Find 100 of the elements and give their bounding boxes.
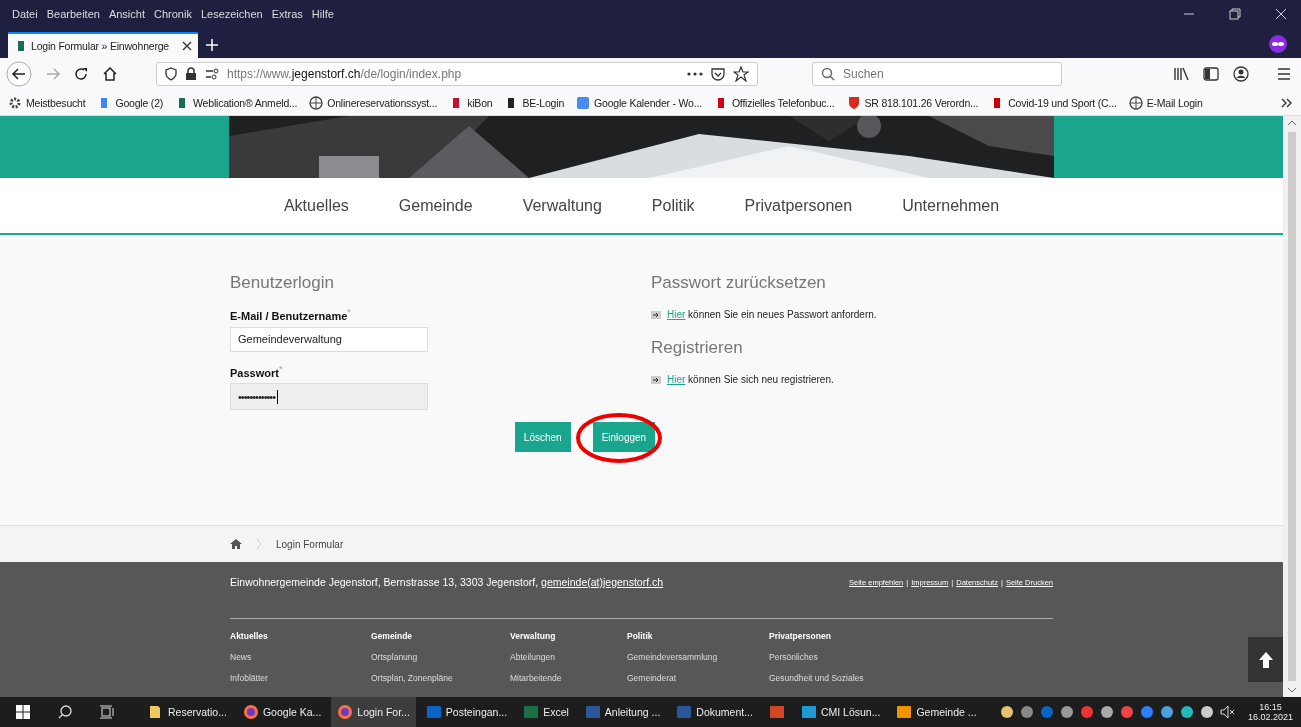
username-field[interactable]: Gemeindeverwaltung — [230, 326, 428, 352]
bookmark-item[interactable]: kiBon — [449, 95, 493, 110]
close-tab-icon[interactable] — [182, 41, 192, 51]
footer-heading: Aktuelles — [230, 631, 269, 641]
menu-item[interactable]: Bearbeiten — [46, 8, 100, 20]
footer-link[interactable]: Gemeinderat — [627, 673, 769, 683]
chevron-icon — [256, 538, 262, 550]
windows-start-icon[interactable] — [16, 705, 30, 719]
tray-icon[interactable] — [1159, 705, 1174, 719]
bookmark-item[interactable]: SR 818.101.26 Verordn... — [846, 95, 979, 110]
footer-link[interactable]: Infoblätter — [230, 673, 371, 683]
bookmark-item[interactable]: Google Kalender - Wo... — [576, 95, 702, 110]
more-icon[interactable] — [687, 72, 703, 76]
home-icon[interactable] — [102, 67, 118, 81]
star-icon[interactable] — [733, 66, 749, 82]
tray-icon[interactable] — [1099, 705, 1114, 719]
scroll-up-icon[interactable] — [1287, 120, 1297, 126]
menu-item[interactable]: Ansicht — [108, 8, 145, 20]
taskbar-app[interactable]: Reservatio... — [142, 697, 233, 727]
tray-icon[interactable] — [1199, 705, 1214, 719]
breadcrumb-item[interactable]: Login Formular — [276, 538, 344, 550]
password-field[interactable]: ••••••••••••• — [230, 383, 428, 411]
bookmark-item[interactable]: Onlinereservationssyst... — [309, 95, 438, 110]
bookmark-item[interactable]: Meistbesucht — [8, 95, 86, 110]
close-icon[interactable] — [1275, 8, 1287, 20]
taskbar-app[interactable]: Posteingan... — [419, 697, 514, 727]
back-icon[interactable] — [6, 61, 32, 87]
tray-icon[interactable] — [1019, 705, 1034, 719]
account-icon[interactable] — [1233, 66, 1249, 82]
app-icon — [584, 704, 601, 720]
footer-heading: Politik — [627, 631, 654, 641]
field-label: E-Mail / Benutzername$^{*}$ — [230, 307, 352, 322]
double-chevron-icon[interactable] — [1281, 97, 1293, 108]
arrow-icon — [651, 375, 661, 384]
menu-item[interactable]: Chronik — [154, 8, 192, 20]
home-icon[interactable] — [230, 539, 242, 549]
tray-icon[interactable] — [1179, 705, 1194, 719]
search-field[interactable]: Suchen — [812, 62, 1062, 86]
sidebar-icon[interactable] — [1203, 67, 1219, 81]
taskbar-app[interactable]: Excel — [517, 697, 575, 727]
bookmark-item[interactable]: E-Mail Login — [1128, 95, 1203, 110]
app-icon — [523, 704, 540, 720]
taskbar-app[interactable]: Google Ka... — [236, 697, 328, 727]
nav-link[interactable]: Aktuelles — [283, 196, 349, 215]
nav-link[interactable]: Privatpersonen — [744, 196, 853, 215]
library-icon[interactable] — [1173, 67, 1189, 81]
speaker-muted-icon[interactable] — [1219, 705, 1236, 719]
footer-link[interactable]: News — [230, 652, 371, 662]
task-view-icon[interactable] — [100, 705, 114, 719]
menu-icon[interactable] — [1277, 68, 1291, 80]
bookmark-item[interactable]: Offizielles Telefonbuc... — [713, 95, 835, 110]
footer-heading: Privatpersonen — [769, 631, 832, 641]
info-text: Hier können Sie sich neu registrieren. — [667, 374, 834, 385]
scroll-top-button[interactable] — [1248, 637, 1283, 682]
tray-icon[interactable] — [1119, 705, 1134, 719]
tray-icon[interactable] — [1059, 705, 1074, 719]
bookmark-item[interactable]: Covid-19 und Sport (C... — [990, 95, 1117, 110]
footer-link[interactable]: Ortsplanung — [371, 652, 510, 662]
nav-link[interactable]: Gemeinde — [398, 196, 473, 215]
menu-item[interactable]: Hilfe — [311, 8, 334, 20]
email-link[interactable]: gemeinde(at)jegenstorf.ch — [541, 576, 664, 588]
taskbar-app[interactable]: Login For... — [331, 697, 416, 727]
address-bar[interactable]: https://www.jegenstorf.ch/de/login/index.php — [156, 62, 758, 86]
section-heading: Registrieren — [651, 338, 744, 358]
taskbar-app[interactable]: Anleitung ... — [578, 697, 667, 727]
taskbar-app[interactable]: CMI Lösun... — [794, 697, 887, 727]
search-icon — [821, 67, 835, 81]
taskbar-app[interactable]: Dokument... — [670, 697, 759, 727]
bookmark-item[interactable]: BE-Login — [504, 95, 565, 110]
nav-link[interactable]: Verwaltung — [522, 196, 602, 215]
footer-link[interactable]: Mitarbeitende — [510, 673, 627, 683]
bookmark-item[interactable]: Google (2) — [97, 95, 164, 110]
tray-icon[interactable] — [1139, 705, 1154, 719]
menu-item[interactable]: Extras — [271, 8, 303, 20]
tray-icon[interactable] — [999, 705, 1014, 719]
taskbar-app[interactable]: Gemeinde ... — [890, 697, 983, 727]
restore-icon[interactable] — [1229, 8, 1241, 20]
reload-icon[interactable] — [74, 67, 88, 81]
search-icon[interactable] — [58, 705, 72, 719]
footer-link[interactable]: Abteilungen — [510, 652, 627, 662]
nav-link[interactable]: Unternehmen — [902, 196, 1000, 215]
section-heading: Passwort zurücksetzen — [651, 273, 827, 293]
info-text: Hier können Sie ein neues Passwort anfordern. — [667, 309, 877, 320]
footer-link[interactable]: Persönliches — [769, 652, 864, 662]
gear-icon — [8, 95, 22, 110]
footer-link[interactable]: Ortsplan, Zonenpläne — [371, 673, 510, 683]
field-label: Passwort$^{*}$ — [230, 363, 284, 379]
clock[interactable]: 16:15 16.02.2021 — [1239, 702, 1301, 722]
nav-link[interactable]: Politik — [651, 196, 695, 215]
pocket-icon[interactable] — [711, 67, 725, 81]
scrollbar[interactable] — [1283, 116, 1301, 697]
menu-item[interactable]: Datei — [12, 8, 38, 20]
footer-link[interactable]: Gemeindeversammlung — [627, 652, 769, 662]
scroll-down-icon[interactable] — [1287, 687, 1297, 693]
bookmark-item[interactable]: Weblication® Anmeld... — [175, 95, 298, 110]
footer-link[interactable]: Gesundheit und Soziales — [769, 673, 864, 683]
browser-tab[interactable]: Login Formular » Einwohnerge — [8, 32, 198, 58]
menu-item[interactable]: Lesezeichen — [200, 8, 263, 20]
new-tab-icon[interactable] — [206, 39, 218, 51]
private-mask-icon[interactable] — [1269, 35, 1287, 53]
